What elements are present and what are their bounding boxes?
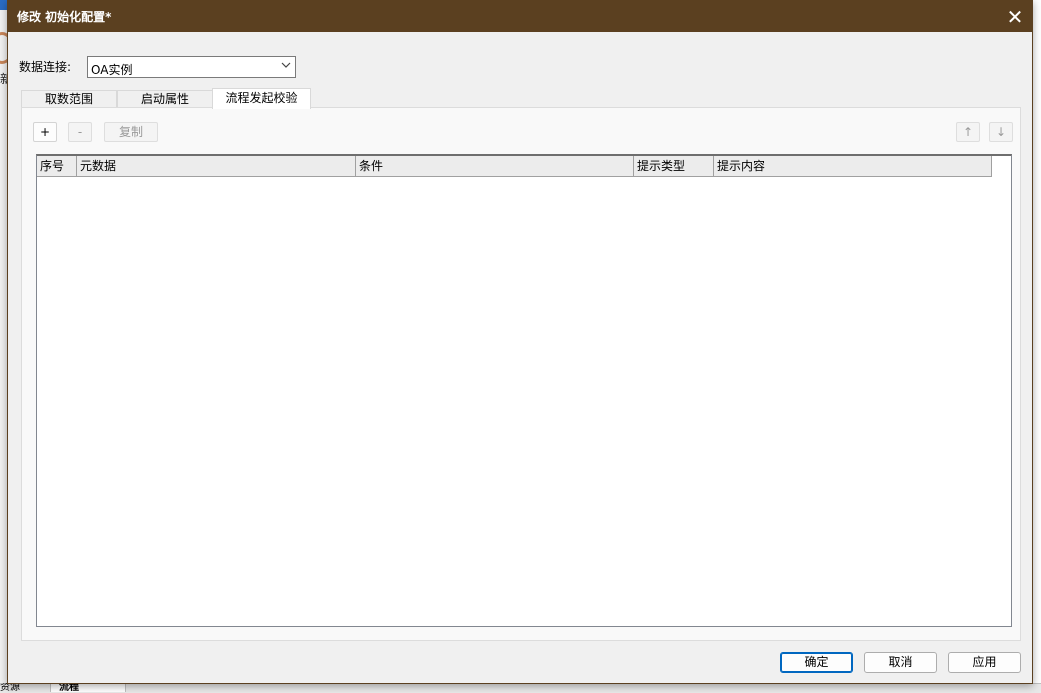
tab-startup-properties[interactable]: 启动属性 [117, 90, 213, 108]
tab-fetch-range[interactable]: 取数范围 [21, 90, 117, 108]
dialog-title: 修改 初始化配置* [17, 10, 112, 24]
move-up-button[interactable]: ↑ [956, 122, 980, 142]
add-row-button[interactable]: + [33, 122, 57, 142]
close-button[interactable]: ✕ [998, 1, 1032, 32]
cancel-button[interactable]: 取消 [864, 652, 937, 673]
remove-row-button[interactable]: - [68, 122, 92, 142]
move-down-button[interactable]: ↓ [989, 122, 1013, 142]
arrow-down-icon: ↓ [995, 125, 1007, 139]
background-tab-resources[interactable]: 资源 [0, 683, 50, 692]
tab-process-validation[interactable]: 流程发起校验 [212, 88, 311, 109]
arrow-up-icon: ↑ [962, 125, 974, 139]
copy-row-button[interactable]: 复制 [104, 122, 158, 142]
dialog-titlebar[interactable]: 修改 初始化配置* ✕ [8, 1, 1032, 32]
background-tab-process[interactable]: 流程 [50, 683, 126, 692]
column-header-condition[interactable]: 条件 [356, 156, 634, 176]
column-header-prompt-content[interactable]: 提示内容 [714, 156, 992, 176]
close-icon: ✕ [1006, 4, 1024, 29]
data-connection-select[interactable]: OA实例 [87, 56, 296, 78]
column-header-index[interactable]: 序号 [37, 156, 77, 176]
ok-button[interactable]: 确定 [780, 652, 853, 673]
column-header-metadata[interactable]: 元数据 [77, 156, 356, 176]
validation-rules-table[interactable]: 序号 元数据 条件 提示类型 提示内容 [36, 154, 1012, 627]
tab-panel: + - 复制 ↑ ↓ 序号 元数据 条件 提示类型 提示内容 [21, 107, 1021, 641]
data-connection-value: OA实例 [91, 63, 133, 77]
apply-button[interactable]: 应用 [948, 652, 1021, 673]
edit-config-dialog: 修改 初始化配置* ✕ 数据连接: OA实例 取数范围 启动属性 流程发起校验 … [7, 0, 1033, 684]
chevron-down-icon [281, 62, 291, 68]
data-connection-label: 数据连接: [19, 60, 72, 74]
table-header: 序号 元数据 条件 提示类型 提示内容 [37, 156, 992, 177]
column-header-prompt-type[interactable]: 提示类型 [634, 156, 714, 176]
